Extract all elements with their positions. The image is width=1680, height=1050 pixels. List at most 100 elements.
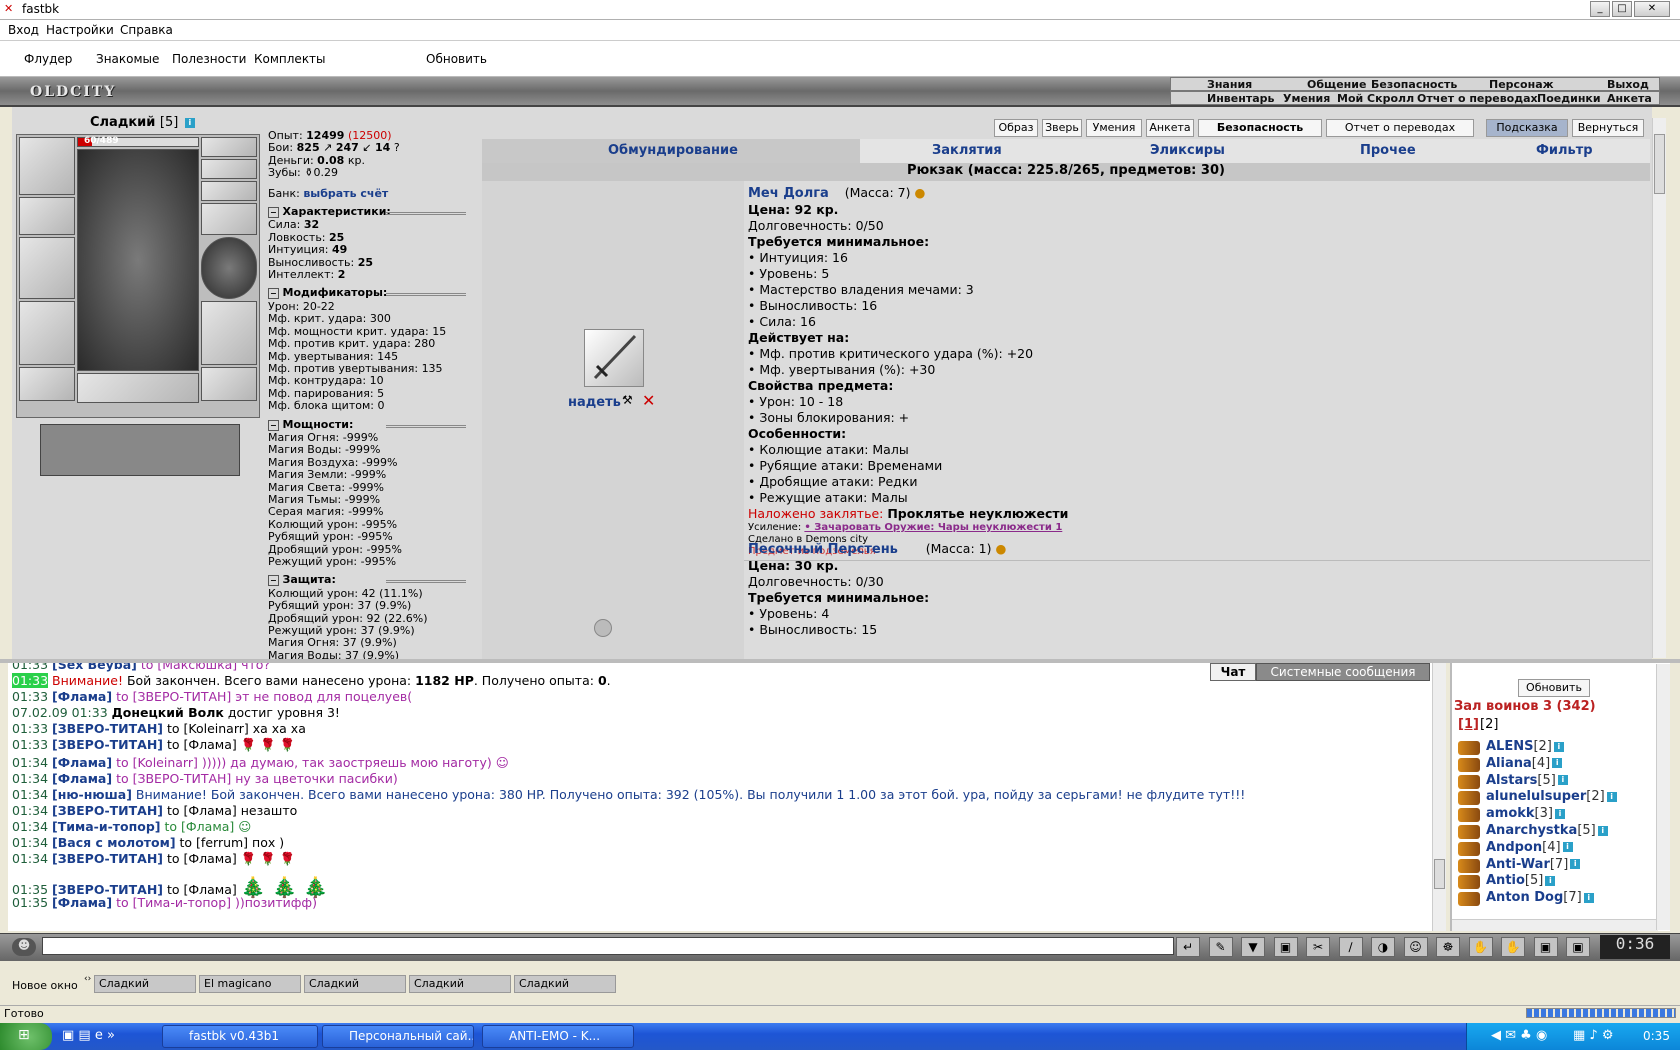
nav-inventory[interactable]: Инвентарь <box>1207 92 1274 105</box>
info-icon[interactable]: i <box>1606 791 1617 802</box>
room-page-1[interactable]: [1] <box>1458 717 1479 732</box>
nav-security[interactable]: Безопасность <box>1371 78 1457 91</box>
toolbar-utilities[interactable]: Полезности <box>172 52 246 66</box>
leggings-slot[interactable] <box>201 301 257 365</box>
hand-icon[interactable]: ✋ <box>1501 937 1525 957</box>
gloves-slot[interactable] <box>201 203 257 235</box>
room-scrollbar[interactable] <box>1656 664 1670 930</box>
weapon-slot[interactable] <box>19 237 75 299</box>
boots-slot[interactable] <box>201 367 257 401</box>
stat-section-header[interactable]: − Характеристики: <box>268 205 480 219</box>
nav-fights[interactable]: Поединки <box>1537 92 1601 105</box>
user-entry[interactable]: Alstars[5] i <box>1486 773 1568 788</box>
info-icon[interactable]: i <box>1545 875 1556 886</box>
user-status-icon[interactable] <box>1458 774 1480 789</box>
chat-author[interactable]: [ЗВЕРО-ТИТАН] <box>52 851 163 866</box>
new-window-button[interactable]: Новое окно <box>12 979 78 992</box>
tab-other[interactable]: Прочее <box>1360 143 1416 158</box>
user-entry[interactable]: Anarchystka[5] i <box>1486 823 1608 838</box>
tab-equipment[interactable]: Обмундирование <box>608 143 738 158</box>
nav-character[interactable]: Персонаж <box>1489 78 1554 91</box>
info-icon[interactable]: i <box>184 117 195 128</box>
chat-author[interactable]: [Тима-и-топор] <box>52 819 161 834</box>
rings-slot[interactable] <box>201 181 257 201</box>
tab-chat[interactable]: Чат <box>1210 663 1256 681</box>
window-icon[interactable]: ▣ <box>1533 937 1558 957</box>
item-name[interactable]: Песочный Перстень <box>748 542 898 557</box>
chat-time[interactable]: 01:34 <box>12 787 48 802</box>
stat-section-header[interactable]: − Модификаторы: <box>268 287 480 300</box>
character-name[interactable]: Сладкий <box>90 115 155 130</box>
user-entry[interactable]: Anti-War[7] i <box>1486 857 1581 872</box>
task-browser[interactable]: Персональный сай... <box>322 1025 474 1048</box>
settings-icon[interactable]: ☸ <box>1436 937 1460 957</box>
toolbar-friends[interactable]: Знакомые <box>96 52 159 66</box>
smiles-icon[interactable]: ☺ <box>1403 937 1428 957</box>
user-status-icon[interactable] <box>1458 741 1480 755</box>
user-status-icon[interactable] <box>1458 841 1480 856</box>
chat-author[interactable]: [ню-нюша] <box>52 787 132 802</box>
chat-author[interactable]: [Вася с молотом] <box>52 835 176 850</box>
fit-icon[interactable]: ⚒ <box>622 393 633 407</box>
nav-transfer-report[interactable]: Отчет о переводах <box>1417 92 1538 105</box>
btn-hint[interactable]: Подсказка <box>1486 119 1568 137</box>
user-status-icon[interactable] <box>1458 858 1480 873</box>
enchant-link[interactable]: • Зачаровать Оружие: Чары неуклюжести 1 <box>804 522 1062 533</box>
chat-author[interactable]: [Флама] <box>52 689 112 704</box>
chat-time[interactable]: 01:34 <box>12 771 48 786</box>
user-status-icon[interactable] <box>1458 808 1480 823</box>
quicklaunch-icons[interactable]: ▣ ▤ e » <box>62 1028 115 1043</box>
user-status-icon[interactable] <box>1458 825 1480 839</box>
window-tab[interactable]: Сладкий <box>304 975 406 993</box>
inventory-scrollbar[interactable] <box>1652 118 1666 658</box>
btn-return[interactable]: Вернуться <box>1572 119 1644 137</box>
user-status-icon[interactable] <box>1458 892 1480 907</box>
menu-help[interactable]: Справка <box>120 23 173 37</box>
window-tab[interactable]: Сладкий <box>514 975 616 993</box>
info-icon[interactable]: i <box>1554 808 1565 819</box>
window-tab[interactable]: Сладкий <box>94 975 196 993</box>
info-icon[interactable]: i <box>1557 775 1568 786</box>
chat-time[interactable]: 07.02.09 01:33 <box>12 705 108 720</box>
earring-slot[interactable] <box>201 159 257 179</box>
chat-author[interactable]: [Флама] <box>52 771 112 786</box>
clear-icon[interactable]: ✎ <box>1208 937 1233 957</box>
info-icon[interactable]: i <box>1583 892 1594 903</box>
user-status-icon[interactable] <box>1458 791 1480 806</box>
tab-spells[interactable]: Заклятия <box>932 143 1002 158</box>
tab-filter[interactable]: Фильтр <box>1536 143 1593 158</box>
chat-author[interactable]: [ЗВЕРО-ТИТАН] <box>52 721 163 736</box>
nav-communication[interactable]: Общение <box>1307 78 1366 91</box>
chat-time[interactable]: 01:34 <box>12 803 48 818</box>
tray-icons[interactable]: ◀ ✉ ♣ ◉ <box>1491 1028 1547 1043</box>
tab-system-messages[interactable]: Системные сообщения <box>1256 663 1430 681</box>
info-icon[interactable]: i <box>1552 758 1563 769</box>
user-entry[interactable]: Andpon[4] i <box>1486 840 1573 855</box>
chat-author[interactable]: [Sex Beyba] <box>52 663 137 672</box>
tray-icons[interactable]: ▦ ♪ ⚙ <box>1573 1028 1614 1043</box>
send-icon[interactable]: ↵ <box>1176 937 1200 957</box>
user-status-icon[interactable] <box>1458 757 1480 772</box>
room-page-2[interactable]: [2] <box>1480 717 1498 732</box>
spell-slots[interactable] <box>40 424 240 476</box>
chat-scrollbar[interactable] <box>1432 663 1446 931</box>
filter-icon[interactable]: ▼ <box>1241 937 1265 957</box>
chat-time[interactable]: 01:35 <box>12 895 48 910</box>
bracers-slot[interactable] <box>19 197 75 235</box>
chat-time[interactable]: 01:33 <box>12 663 48 672</box>
delete-icon[interactable]: ✕ <box>642 391 655 410</box>
equip-link[interactable]: надеть <box>568 395 621 410</box>
armor-slot[interactable] <box>19 301 75 365</box>
toolbar-flooder[interactable]: Флудер <box>24 52 72 66</box>
chat-time[interactable]: 01:34 <box>12 819 48 834</box>
nav-profile[interactable]: Анкета <box>1607 92 1652 105</box>
item-name[interactable]: Меч Долга <box>748 186 829 201</box>
chat-time[interactable]: 01:33 <box>12 673 49 688</box>
chat-author[interactable]: [Флама] <box>52 895 112 910</box>
cut-icon[interactable]: ✂ <box>1306 937 1330 957</box>
btn-skills[interactable]: Умения <box>1086 119 1142 137</box>
window-tab[interactable]: El magicano <box>199 975 301 993</box>
nav-skills[interactable]: Умения <box>1283 92 1330 105</box>
user-entry[interactable]: ALENS[2] i <box>1486 739 1564 754</box>
minimize-button[interactable]: _ <box>1590 1 1610 17</box>
